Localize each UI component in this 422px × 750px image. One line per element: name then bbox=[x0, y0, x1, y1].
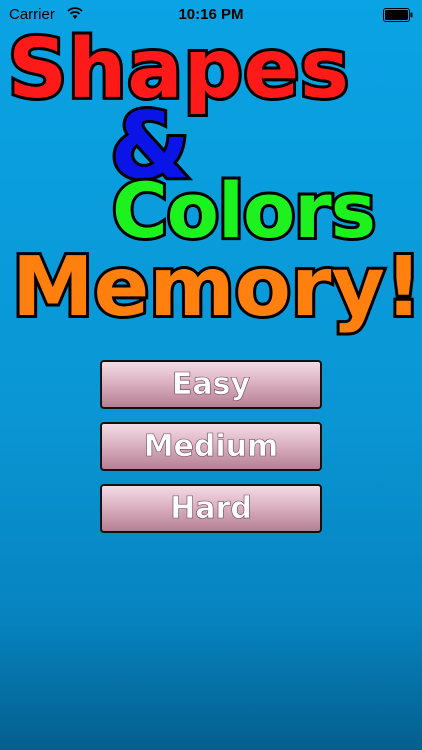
hard-button-label: Hard bbox=[170, 491, 252, 527]
battery-icon bbox=[383, 8, 413, 22]
medium-button[interactable]: Medium bbox=[100, 422, 322, 471]
easy-button[interactable]: Easy bbox=[100, 360, 322, 409]
hard-button[interactable]: Hard bbox=[100, 484, 322, 533]
medium-button-label: Medium bbox=[143, 429, 279, 465]
easy-button-label: Easy bbox=[171, 367, 251, 403]
status-time: 10:16 PM bbox=[178, 6, 244, 23]
title-memory: Memory! bbox=[9, 237, 422, 338]
